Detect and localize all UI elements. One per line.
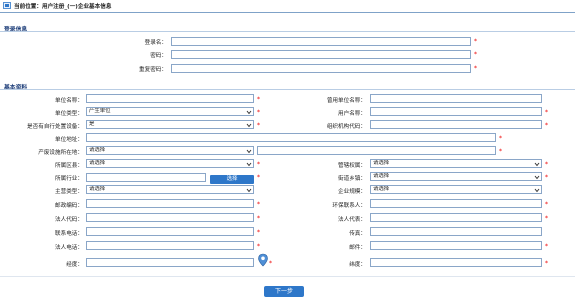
top-bar: 当前位置：用户注册_(一)企业基本信息 bbox=[0, 0, 575, 12]
unit-type-label: 单位类型： bbox=[55, 111, 83, 117]
legal-phone-input[interactable] bbox=[86, 241, 254, 250]
location-breadcrumb: 当前位置：用户注册_(一)企业基本信息 bbox=[14, 4, 112, 10]
required-mark: * bbox=[257, 161, 260, 168]
legal-rep-label: 法人代表： bbox=[338, 217, 366, 223]
required-mark: * bbox=[257, 122, 260, 129]
email-label: 邮件： bbox=[349, 245, 366, 251]
chevron-down-icon bbox=[534, 188, 540, 193]
top-divider bbox=[0, 12, 575, 13]
industry-label: 所属行业： bbox=[55, 176, 83, 182]
repeat-password-input[interactable] bbox=[171, 64, 471, 73]
required-mark: * bbox=[545, 174, 548, 181]
required-mark: * bbox=[474, 51, 477, 58]
login-divider bbox=[0, 31, 575, 32]
required-mark: * bbox=[545, 201, 548, 208]
postcode-input[interactable] bbox=[86, 199, 254, 208]
waste-location-detail-input[interactable] bbox=[257, 146, 496, 155]
password-input[interactable] bbox=[171, 50, 471, 59]
org-code-input[interactable] bbox=[370, 120, 542, 129]
org-code-label: 组织机构代码： bbox=[326, 124, 366, 130]
location-icon bbox=[3, 2, 11, 9]
main-type-select[interactable]: 请选择 bbox=[86, 185, 254, 194]
required-mark: * bbox=[545, 243, 548, 250]
contact-phone-input[interactable] bbox=[86, 227, 254, 236]
jurisdiction-label: 管辖权属： bbox=[338, 163, 366, 169]
unit-name-label: 单位名称： bbox=[55, 98, 83, 104]
chevron-down-icon bbox=[534, 175, 540, 180]
repeat-password-label: 重复密码： bbox=[139, 67, 167, 73]
chevron-down-icon bbox=[246, 162, 252, 167]
email-input[interactable] bbox=[370, 241, 542, 250]
required-mark: * bbox=[545, 260, 548, 267]
bottom-divider bbox=[0, 276, 575, 277]
unit-type-select[interactable]: 产生单位 bbox=[86, 107, 254, 116]
industry-select-button[interactable]: 选择 bbox=[210, 175, 254, 184]
map-pin-icon[interactable] bbox=[257, 253, 269, 267]
waste-location-select[interactable]: 请选择 bbox=[86, 146, 254, 155]
former-name-label: 曾用单位名称： bbox=[326, 98, 366, 104]
street-label: 街道乡镇： bbox=[338, 176, 366, 182]
required-mark: * bbox=[257, 229, 260, 236]
legal-rep-input[interactable] bbox=[370, 213, 542, 222]
latitude-label: 纬度： bbox=[349, 262, 366, 268]
basic-divider bbox=[0, 89, 575, 90]
address-input[interactable] bbox=[86, 133, 496, 142]
required-mark: * bbox=[545, 161, 548, 168]
required-mark: * bbox=[257, 201, 260, 208]
scale-label: 企业规模： bbox=[338, 189, 366, 195]
self-facility-label: 是否有自行处置设备： bbox=[27, 124, 83, 130]
required-mark: * bbox=[257, 215, 260, 222]
fax-input[interactable] bbox=[370, 227, 542, 236]
required-mark: * bbox=[499, 135, 502, 142]
required-mark: * bbox=[545, 122, 548, 129]
address-label: 单位地址： bbox=[55, 137, 83, 143]
chevron-down-icon bbox=[246, 123, 252, 128]
username-label: 登录名： bbox=[144, 40, 167, 46]
username-input[interactable] bbox=[171, 37, 471, 46]
waste-location-label: 产废设施所在地： bbox=[38, 150, 83, 156]
legal-phone-label: 法人电话： bbox=[55, 245, 83, 251]
required-mark: * bbox=[257, 174, 260, 181]
belong-area-label: 所属区县： bbox=[55, 163, 83, 169]
legal-code-input[interactable] bbox=[86, 213, 254, 222]
longitude-input[interactable] bbox=[86, 258, 254, 267]
fax-label: 传真： bbox=[349, 231, 366, 237]
main-type-label: 主营类型： bbox=[55, 189, 83, 195]
env-contact-label: 环保联系人： bbox=[332, 203, 366, 209]
env-contact-input[interactable] bbox=[370, 199, 542, 208]
required-mark: * bbox=[545, 109, 548, 116]
contact-phone-label: 联系电话： bbox=[55, 231, 83, 237]
password-label: 密码： bbox=[150, 53, 167, 59]
self-facility-select[interactable]: 是 bbox=[86, 120, 254, 129]
unit-name-input[interactable] bbox=[86, 94, 254, 103]
chevron-down-icon bbox=[246, 188, 252, 193]
chevron-down-icon bbox=[534, 162, 540, 167]
jurisdiction-select[interactable]: 请选择 bbox=[370, 159, 542, 168]
legal-code-label: 法人代码： bbox=[55, 217, 83, 223]
required-mark: * bbox=[257, 243, 260, 250]
required-mark: * bbox=[545, 215, 548, 222]
chevron-down-icon bbox=[246, 110, 252, 115]
required-mark: * bbox=[499, 148, 502, 155]
required-mark: * bbox=[474, 65, 477, 72]
street-select[interactable]: 请选择 bbox=[370, 172, 542, 181]
latitude-input[interactable] bbox=[370, 258, 542, 267]
belong-area-select[interactable]: 请选择 bbox=[86, 159, 254, 168]
user-name-label: 用户名称： bbox=[338, 111, 366, 117]
chevron-down-icon bbox=[246, 149, 252, 154]
longitude-label: 经度： bbox=[66, 262, 83, 268]
required-mark: * bbox=[474, 38, 477, 45]
postcode-label: 邮政编码： bbox=[55, 203, 83, 209]
user-name-input[interactable] bbox=[370, 107, 542, 116]
scale-select[interactable]: 请选择 bbox=[370, 185, 542, 194]
required-mark: * bbox=[257, 96, 260, 103]
industry-input[interactable] bbox=[86, 173, 206, 182]
required-mark: * bbox=[269, 260, 272, 267]
former-name-input[interactable] bbox=[370, 94, 542, 103]
required-mark: * bbox=[257, 109, 260, 116]
next-step-button[interactable]: 下一步 bbox=[264, 286, 304, 297]
